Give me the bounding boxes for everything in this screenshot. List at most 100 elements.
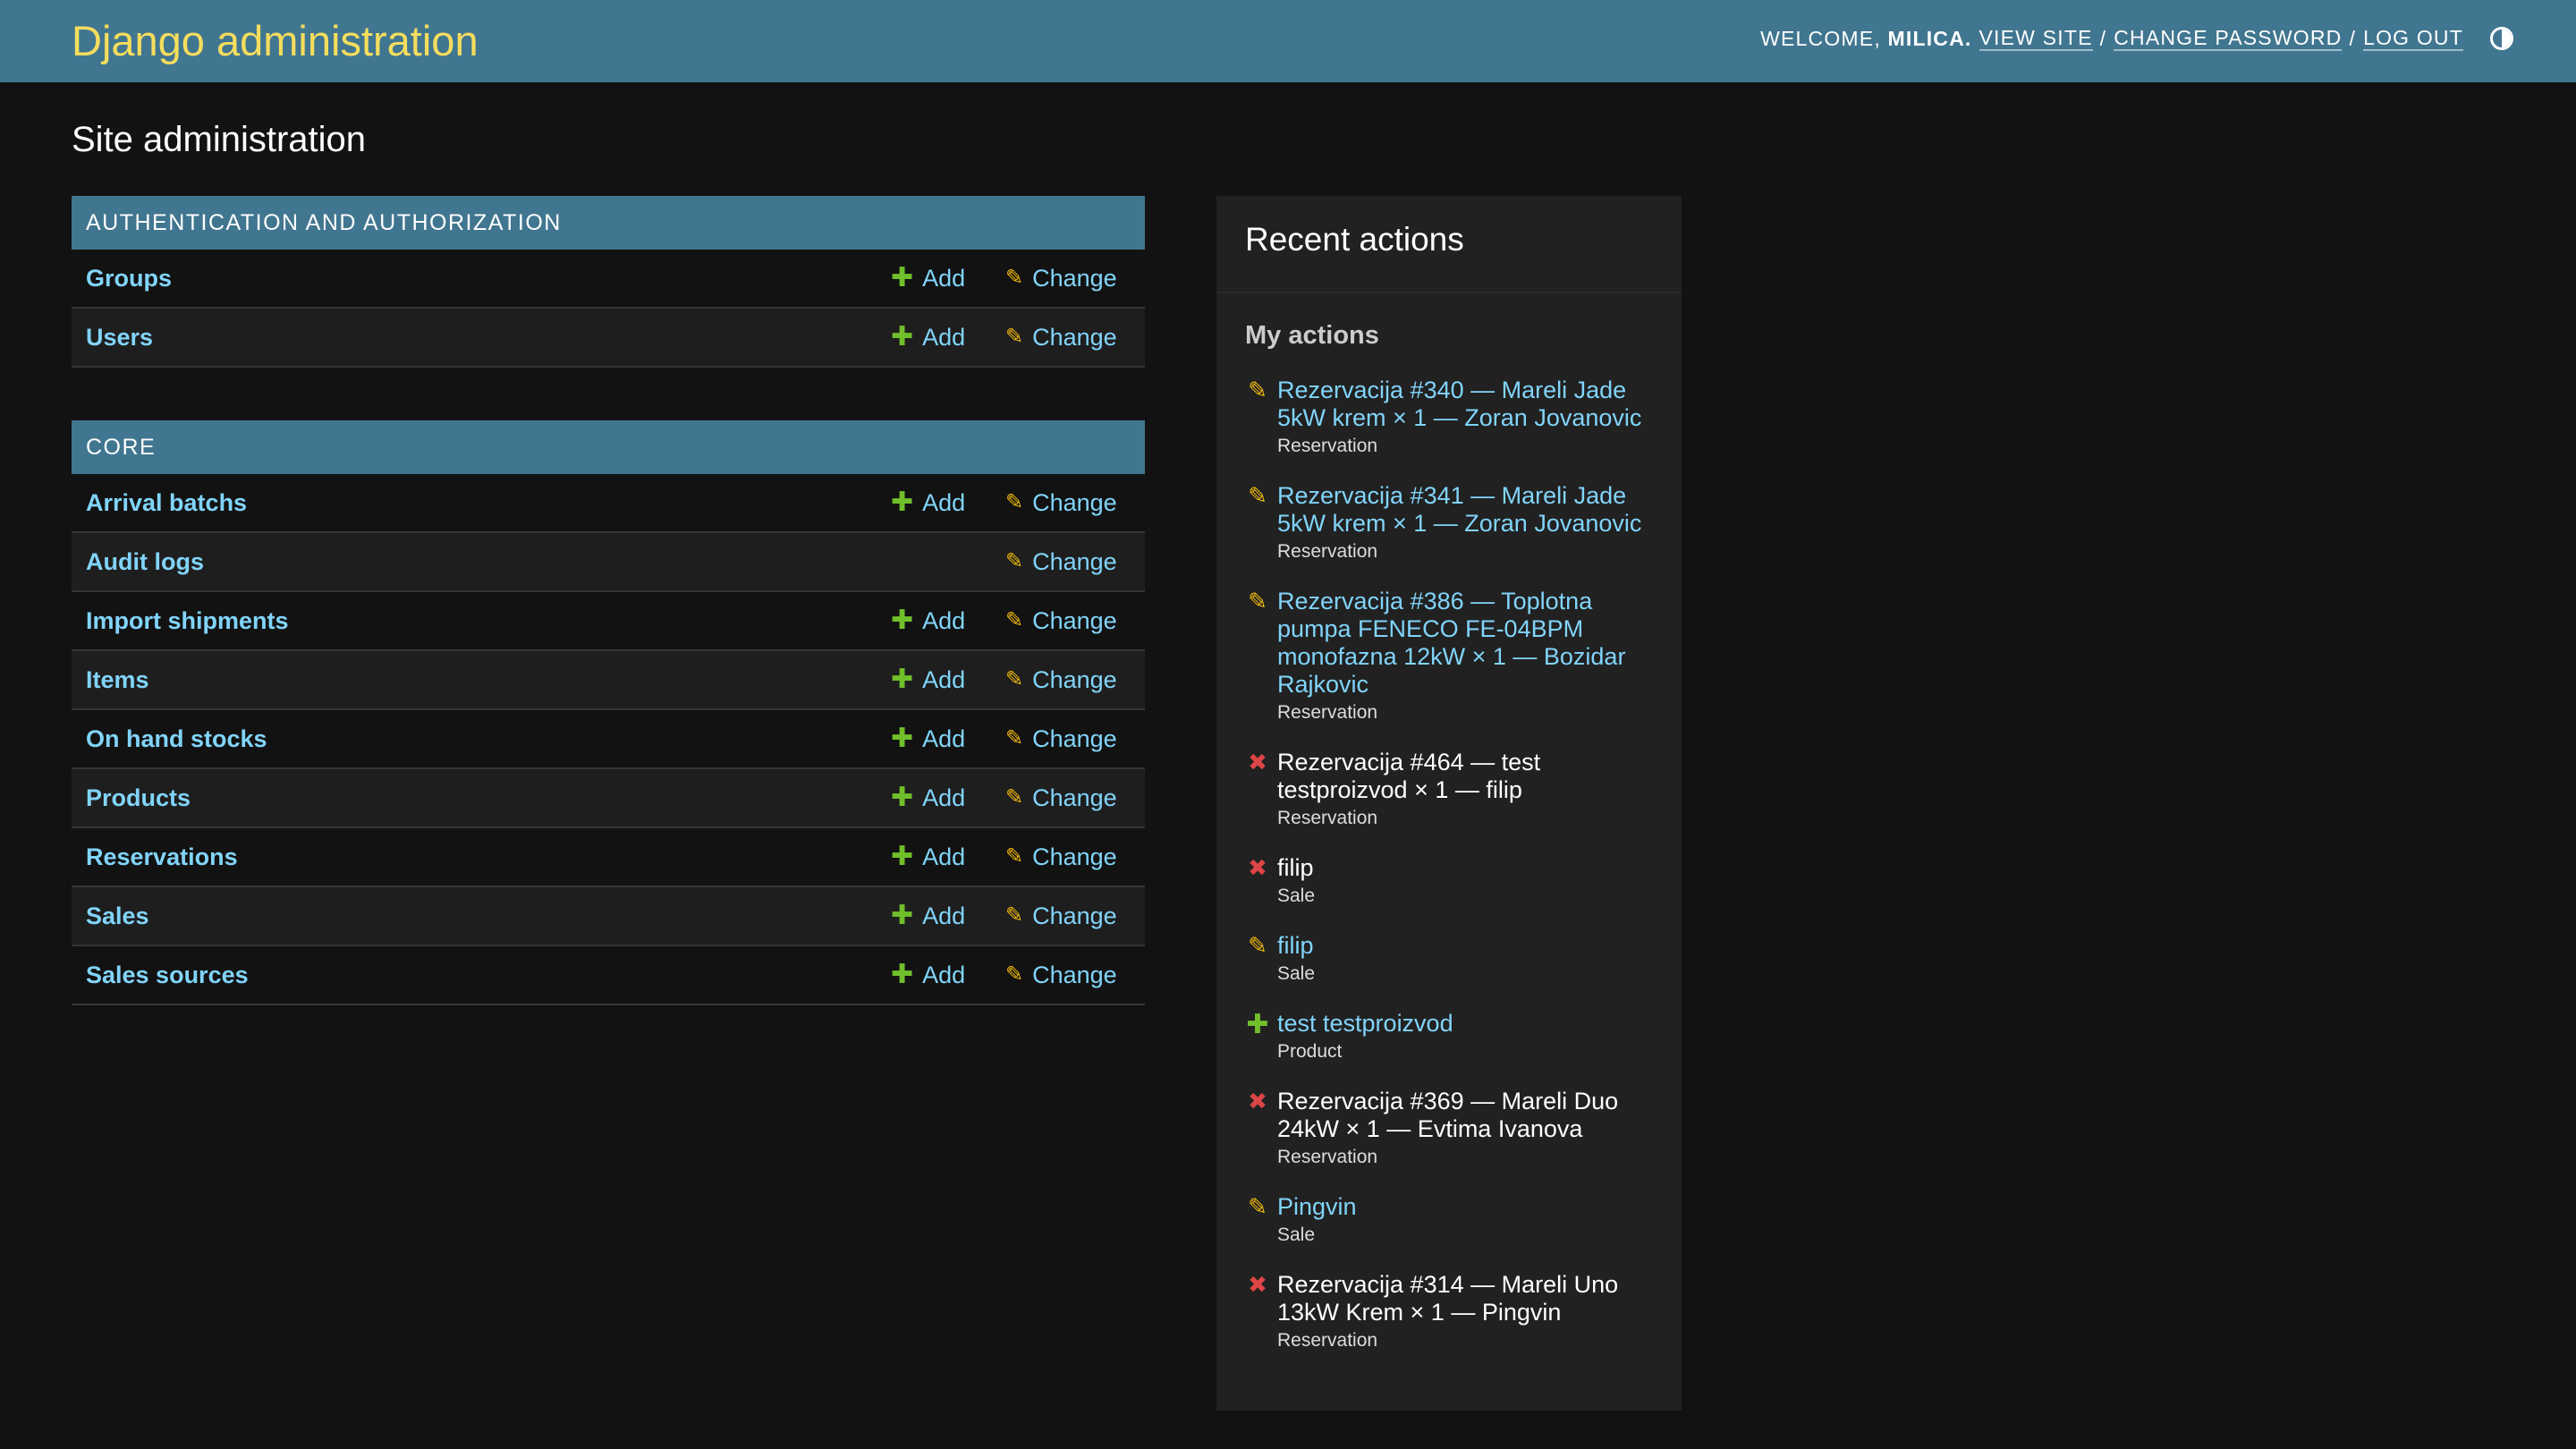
change-link[interactable]: ✎ Change [1005, 962, 1117, 989]
change-password-link[interactable]: CHANGE PASSWORD [2114, 26, 2343, 51]
add-label: Add [922, 902, 966, 929]
user-tools: WELCOME, MILICA. VIEW SITE / CHANGE PASS… [1760, 23, 2513, 54]
add-label: Add [922, 843, 966, 870]
change-link[interactable]: ✎ Change [1005, 843, 1117, 871]
delete-x-icon: ✖ [1248, 854, 1267, 881]
model-link[interactable]: Items [86, 666, 149, 694]
add-link[interactable]: ✚ Add [891, 324, 965, 352]
model-link[interactable]: Users [86, 324, 153, 352]
recent-action-item: ✖ Rezervacija #464 — test testproizvod × … [1245, 749, 1657, 829]
pencil-icon: ✎ [1005, 726, 1024, 750]
change-label: Change [1032, 724, 1117, 752]
add-link[interactable]: ✚ Add [891, 607, 965, 635]
recent-action-title[interactable]: Rezervacija #386 — Toplotna pumpa FENECO… [1277, 588, 1657, 699]
model-link[interactable]: Sales sources [86, 962, 249, 989]
add-link[interactable]: ✚ Add [891, 666, 965, 694]
recent-action-item: ✎ Rezervacija #340 — Mareli Jade 5kW krem… [1245, 377, 1657, 457]
recent-actions-panel: Recent actions My actions ✎ Rezervacija #… [1216, 196, 1682, 1411]
change-label: Change [1032, 961, 1117, 988]
add-label: Add [922, 961, 966, 988]
recent-action-type: Reservation [1277, 541, 1378, 562]
plus-icon: ✚ [891, 783, 914, 812]
app-module-0: AUTHENTICATION AND AUTHORIZATION Groups ✚ A… [72, 196, 1145, 368]
change-link[interactable]: ✎ Change [1005, 489, 1117, 517]
change-label: Change [1032, 323, 1117, 351]
pencil-icon: ✎ [1248, 932, 1267, 959]
add-link[interactable]: ✚ Add [891, 843, 965, 871]
recent-action-type: Reservation [1277, 808, 1378, 828]
delete-x-icon: ✖ [1248, 1271, 1267, 1298]
model-link[interactable]: Groups [86, 265, 172, 292]
model-row: Import shipments ✚ Add ✎ Change [72, 592, 1145, 651]
add-link[interactable]: ✚ Add [891, 489, 965, 517]
change-link[interactable]: ✎ Change [1005, 902, 1117, 930]
module-caption[interactable]: AUTHENTICATION AND AUTHORIZATION [72, 196, 1145, 250]
change-link[interactable]: ✎ Change [1005, 607, 1117, 635]
model-link[interactable]: Sales [86, 902, 149, 930]
add-link[interactable]: ✚ Add [891, 784, 965, 812]
change-link[interactable]: ✎ Change [1005, 548, 1117, 576]
module-caption[interactable]: CORE [72, 420, 1145, 474]
change-link[interactable]: ✎ Change [1005, 725, 1117, 753]
pencil-icon: ✎ [1005, 608, 1024, 632]
add-link[interactable]: ✚ Add [891, 265, 965, 292]
model-link[interactable]: Audit logs [86, 548, 204, 576]
divider [1216, 292, 1682, 293]
model-row: Users ✚ Add ✎ Change [72, 309, 1145, 368]
change-link[interactable]: ✎ Change [1005, 324, 1117, 352]
model-link[interactable]: Products [86, 784, 191, 812]
plus-icon: ✚ [891, 487, 914, 517]
model-row: Items ✚ Add ✎ Change [72, 651, 1145, 710]
delete-x-icon: ✖ [1248, 749, 1267, 775]
recent-action-item: ✎ filip Sale [1245, 932, 1657, 985]
recent-action-title: Rezervacija #369 — Mareli Duo 24kW × 1 —… [1277, 1088, 1619, 1142]
add-label: Add [922, 784, 966, 811]
change-link[interactable]: ✎ Change [1005, 666, 1117, 694]
model-row: Audit logs ✎ Change [72, 533, 1145, 592]
log-out-link[interactable]: LOG OUT [2363, 26, 2463, 51]
pencil-icon: ✎ [1248, 1193, 1267, 1220]
recent-action-title: Rezervacija #464 — test testproizvod × 1… [1277, 749, 1541, 803]
theme-toggle-icon[interactable] [2490, 27, 2513, 50]
view-site-link[interactable]: VIEW SITE [1979, 26, 2093, 51]
recent-action-type: Reservation [1277, 702, 1378, 723]
plus-icon: ✚ [891, 901, 914, 930]
model-row: Sales ✚ Add ✎ Change [72, 887, 1145, 946]
separator: / [2349, 26, 2357, 50]
change-link[interactable]: ✎ Change [1005, 784, 1117, 812]
pencil-icon: ✎ [1005, 785, 1024, 809]
recent-action-title[interactable]: test testproizvod [1277, 1010, 1657, 1038]
recent-action-title[interactable]: filip [1277, 932, 1657, 960]
action-list: ✎ Rezervacija #340 — Mareli Jade 5kW krem… [1245, 377, 1657, 1377]
recent-action-title[interactable]: Rezervacija #340 — Mareli Jade 5kW krem … [1277, 377, 1657, 432]
add-link[interactable]: ✚ Add [891, 962, 965, 989]
recent-action-type: Reservation [1277, 1330, 1378, 1351]
add-link[interactable]: ✚ Add [891, 725, 965, 753]
app-module-1: CORE Arrival batchs ✚ Add ✎ Change Audit logs ✎… [72, 420, 1145, 1005]
plus-icon: ✚ [891, 606, 914, 635]
change-label: Change [1032, 665, 1117, 693]
pencil-icon: ✎ [1248, 377, 1267, 403]
change-link[interactable]: ✎ Change [1005, 265, 1117, 292]
recent-action-title[interactable]: Rezervacija #341 — Mareli Jade 5kW krem … [1277, 482, 1657, 538]
change-label: Change [1032, 264, 1117, 292]
plus-icon: ✚ [891, 960, 914, 989]
model-link[interactable]: Import shipments [86, 607, 289, 635]
change-label: Change [1032, 547, 1117, 575]
add-link[interactable]: ✚ Add [891, 902, 965, 930]
plus-icon: ✚ [1246, 1010, 1269, 1039]
add-label: Add [922, 323, 966, 351]
model-link[interactable]: Reservations [86, 843, 238, 871]
site-branding[interactable]: Django administration [72, 16, 479, 66]
pencil-icon: ✎ [1005, 325, 1024, 349]
model-row: On hand stocks ✚ Add ✎ Change [72, 710, 1145, 769]
add-label: Add [922, 606, 966, 634]
recent-action-item: ✖ Rezervacija #314 — Mareli Uno 13kW Krem… [1245, 1271, 1657, 1352]
welcome-text: WELCOME, MILICA. [1760, 26, 1972, 50]
recent-action-title[interactable]: Pingvin [1277, 1193, 1657, 1221]
model-link[interactable]: Arrival batchs [86, 489, 247, 517]
add-label: Add [922, 665, 966, 693]
change-label: Change [1032, 606, 1117, 634]
model-row: Reservations ✚ Add ✎ Change [72, 828, 1145, 887]
model-link[interactable]: On hand stocks [86, 725, 267, 753]
